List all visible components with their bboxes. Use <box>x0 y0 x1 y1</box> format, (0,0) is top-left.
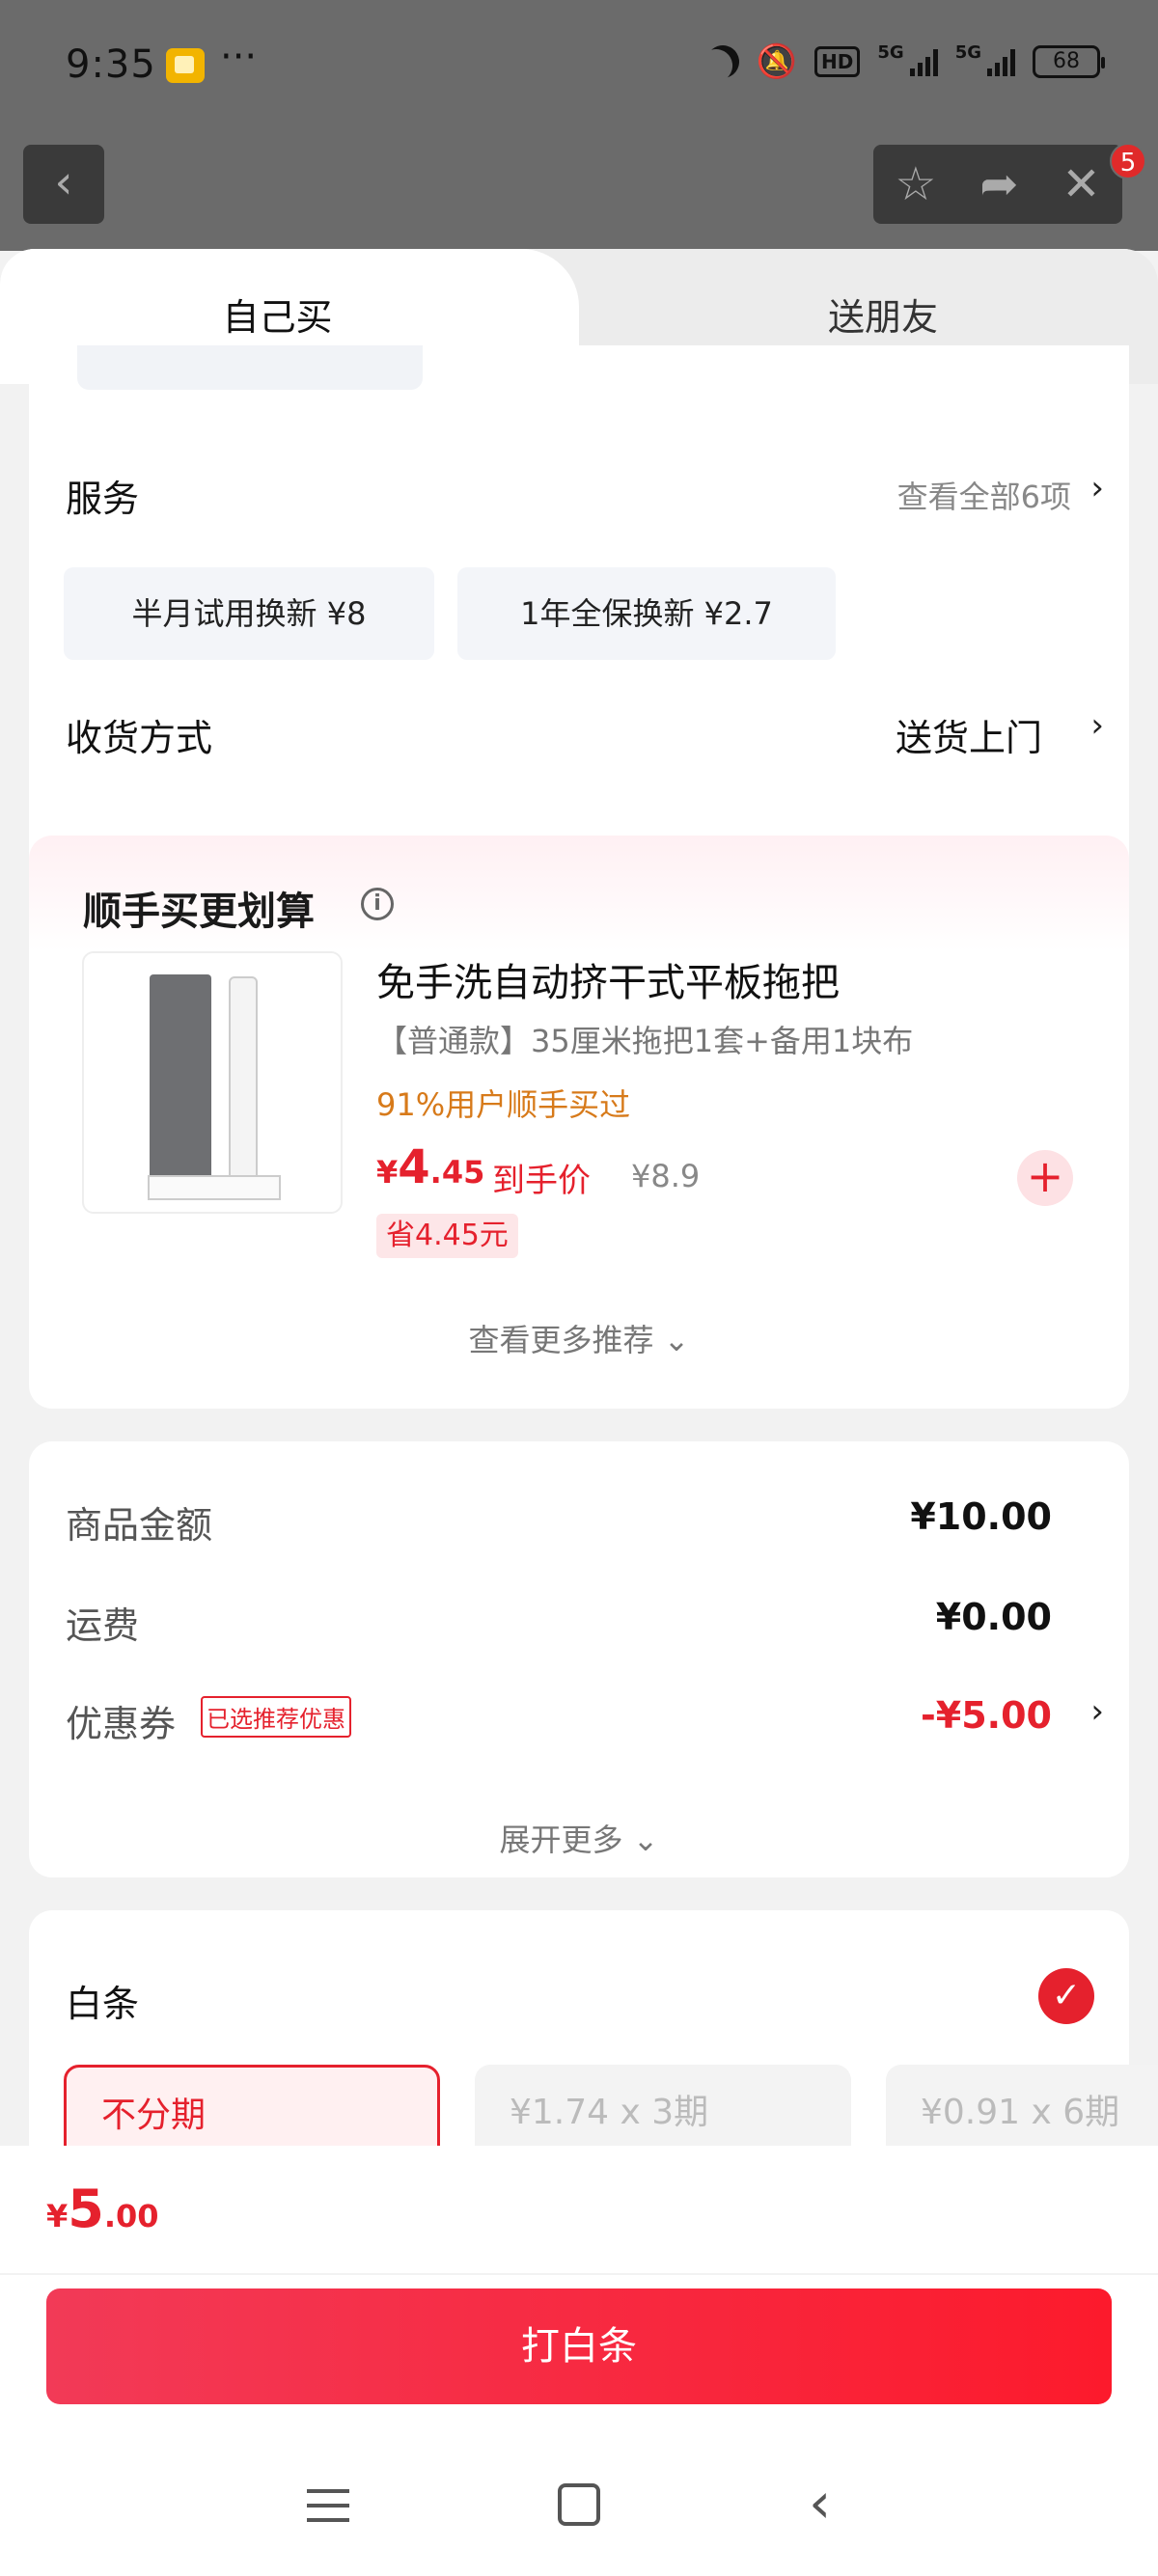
subtotal-value: ¥10.00 <box>910 1495 1052 1538</box>
hd-icon: HD <box>814 46 861 77</box>
shipping-title: 收货方式 <box>66 717 213 759</box>
mop-pad-graphic <box>150 974 211 1196</box>
coupon-tag: 已选推荐优惠 <box>201 1696 351 1738</box>
expand-more-link[interactable]: 展开更多 ⌄ <box>29 1816 1129 1860</box>
recommendation-card: 顺手买更划算 i 免手洗自动挤干式平板拖把 【普通款】35厘米拖把1套+备用1块… <box>29 836 1129 1409</box>
shipping-fee-value: ¥0.00 <box>935 1596 1052 1638</box>
original-price: ¥8.9 <box>631 1158 701 1194</box>
more-notifications-icon: ··· <box>220 35 258 79</box>
mute-bell-icon: 🔕 <box>756 42 798 81</box>
baitiao-title: 白条 <box>66 1983 140 2025</box>
recommendation-title: 顺手买更划算 <box>83 890 315 934</box>
tab-label: 送朋友 <box>827 296 938 339</box>
star-icon[interactable]: ☆ <box>895 157 936 211</box>
status-time: 9:35 <box>66 42 156 87</box>
savings-badge: 省4.45元 <box>376 1214 518 1258</box>
service-option-warranty[interactable]: 1年全保换新 ¥2.7 <box>457 567 836 660</box>
menu-icon[interactable] <box>307 2489 349 2522</box>
plus-icon: + <box>1026 1150 1064 1202</box>
network-label-2: 5G <box>954 42 981 63</box>
signal-icon <box>987 47 1015 76</box>
services-title: 服务 <box>66 478 140 520</box>
previous-option-chip[interactable] <box>77 345 423 390</box>
coupon-value[interactable]: -¥5.00 <box>921 1694 1052 1737</box>
moon-icon <box>700 40 744 84</box>
total-decimal: .00 <box>103 2198 159 2234</box>
checkout-sheet: 送朋友 自己买 服务 查看全部6项 › 半月试用换新 ¥8 1年全保换新 ¥2.… <box>0 249 1158 2576</box>
price-integer: 4 <box>398 1140 430 1194</box>
subtotal-label: 商品金额 <box>66 1504 213 1547</box>
add-to-order-button[interactable]: + <box>1017 1150 1073 1206</box>
signal-icon <box>909 47 938 76</box>
close-icon[interactable]: ✕ <box>1062 157 1100 211</box>
order-summary-card: 商品金额 ¥10.00 运费 ¥0.00 优惠券 已选推荐优惠 -¥5.00 ›… <box>29 1441 1129 1877</box>
chevron-right-icon: › <box>1090 706 1104 745</box>
product-price: ¥4.45 <box>376 1140 484 1194</box>
product-spec: 【普通款】35厘米拖把1套+备用1块布 <box>376 1023 914 1059</box>
shipping-method-selector[interactable]: 送货上门 <box>896 708 1042 761</box>
price-symbol: ¥ <box>376 1154 399 1191</box>
product-name[interactable]: 免手洗自动挤干式平板拖把 <box>376 951 840 1007</box>
status-icons: 🔕 HD 5G 5G 68 <box>706 42 1105 81</box>
back-icon: ‹ <box>54 155 73 209</box>
product-image[interactable] <box>82 951 343 1214</box>
total-integer: 5 <box>68 2179 104 2239</box>
service-option-trial[interactable]: 半月试用换新 ¥8 <box>64 567 434 660</box>
status-bar: 9:35 ··· 🔕 HD 5G 5G 68 ‹ ☆ ➦ ✕ 5 <box>0 0 1158 251</box>
bottom-bar: ¥5.00 打白条 ‹ <box>0 2146 1158 2576</box>
check-icon[interactable]: ✓ <box>1038 1968 1094 2024</box>
chevron-right-icon: › <box>1090 469 1104 507</box>
battery-icon: 68 <box>1033 45 1105 78</box>
mop-base-graphic <box>148 1175 281 1200</box>
home-icon[interactable] <box>558 2483 600 2526</box>
system-nav-bar: ‹ <box>0 2454 1158 2561</box>
nav-back-icon[interactable]: ‹ <box>809 2470 831 2535</box>
price-label: 到手价 <box>492 1162 591 1200</box>
back-button[interactable]: ‹ <box>23 145 104 224</box>
mop-frame-graphic <box>229 976 258 1192</box>
coupon-label: 优惠券 <box>66 1703 177 1745</box>
info-icon[interactable]: i <box>361 888 394 920</box>
share-icon[interactable]: ➦ <box>979 157 1018 211</box>
pay-baitiao-button[interactable]: 打白条 <box>46 2288 1112 2404</box>
notification-badge: 5 <box>1110 143 1146 179</box>
tab-label: 自己买 <box>222 296 333 339</box>
divider <box>0 2273 1158 2275</box>
more-recommendations-link[interactable]: 查看更多推荐 ⌄ <box>29 1316 1129 1360</box>
shipping-fee-label: 运费 <box>66 1604 140 1647</box>
notes-app-icon <box>166 48 205 83</box>
price-decimal: .45 <box>429 1154 485 1191</box>
product-bought-note: 91%用户顺手买过 <box>376 1086 631 1123</box>
network-label-1: 5G <box>877 42 904 63</box>
total-price: ¥5.00 <box>46 2179 159 2239</box>
header-tools: ☆ ➦ ✕ <box>873 145 1122 224</box>
total-symbol: ¥ <box>46 2198 69 2234</box>
view-all-services-link[interactable]: 查看全部6项 <box>897 473 1071 517</box>
chevron-right-icon: › <box>1090 1692 1104 1731</box>
